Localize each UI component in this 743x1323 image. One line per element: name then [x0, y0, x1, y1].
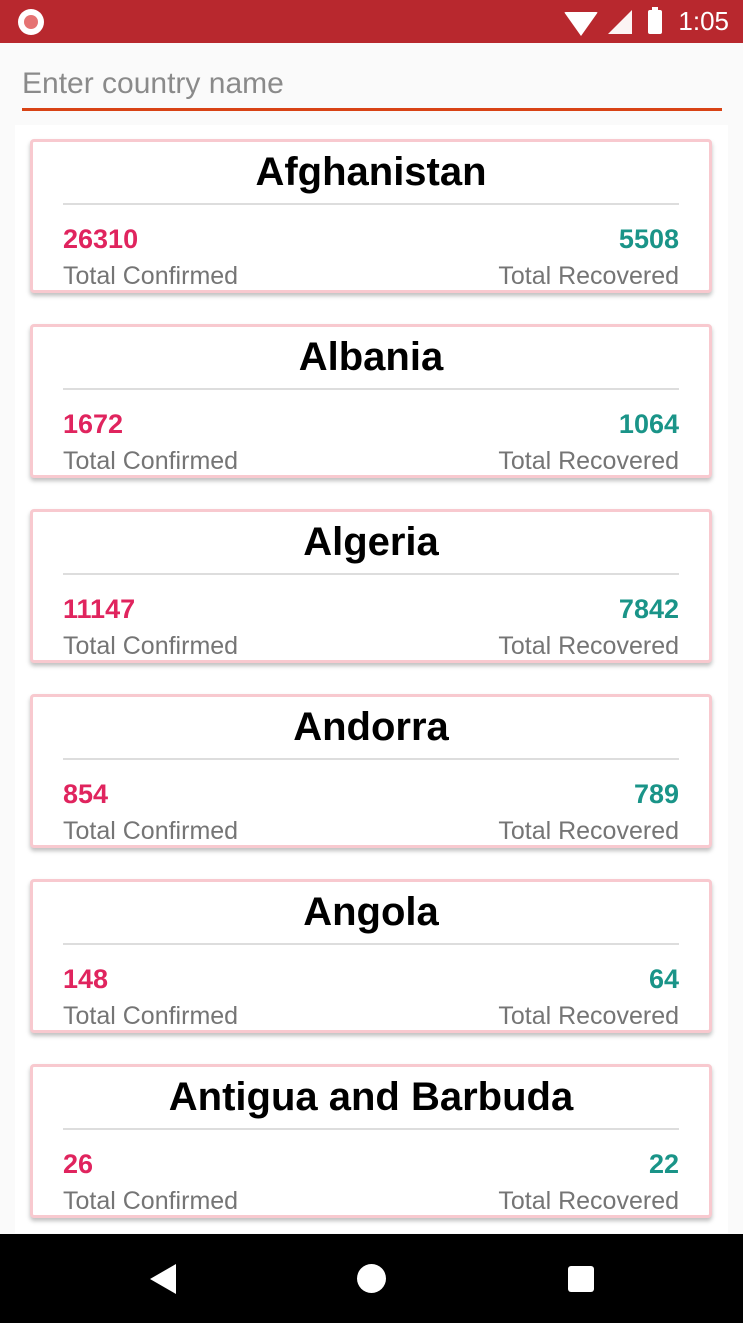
recents-icon[interactable] — [568, 1266, 594, 1292]
recovered-count: 789 — [633, 779, 679, 809]
wifi-icon — [564, 11, 599, 36]
country-card[interactable]: Albania 1672 1064 Total Confirmed Total … — [30, 324, 712, 478]
country-card[interactable]: Angola 148 64 Total Confirmed Total Reco… — [30, 879, 712, 1033]
status-bar: 1:05 — [0, 0, 743, 43]
battery-icon — [648, 6, 663, 34]
confirmed-count: 11147 — [63, 594, 136, 624]
country-name: Angola — [303, 890, 439, 934]
confirmed-count: 854 — [63, 779, 109, 809]
divider — [63, 203, 679, 205]
recovered-label: Total Recovered — [498, 262, 679, 290]
confirmed-label: Total Confirmed — [63, 1187, 239, 1215]
recovered-label: Total Recovered — [498, 1002, 679, 1030]
recovered-count: 22 — [648, 1149, 679, 1179]
recovered-label: Total Recovered — [498, 447, 679, 475]
country-name: Andorra — [293, 705, 449, 749]
country-name: Albania — [298, 335, 444, 379]
app-notification-icon — [18, 9, 44, 35]
navigation-bar — [0, 1234, 743, 1323]
recovered-label: Total Recovered — [498, 1187, 679, 1215]
confirmed-count: 1672 — [63, 409, 124, 439]
confirmed-count: 26310 — [63, 224, 139, 254]
home-icon[interactable] — [357, 1264, 386, 1293]
divider — [63, 943, 679, 945]
recovered-count: 1064 — [618, 409, 679, 439]
divider — [63, 573, 679, 575]
recovered-count: 7842 — [618, 594, 679, 624]
divider — [63, 758, 679, 760]
country-name: Algeria — [303, 520, 439, 564]
recovered-count: 5508 — [618, 224, 679, 254]
recovered-label: Total Recovered — [498, 632, 679, 660]
back-icon[interactable] — [150, 1264, 176, 1294]
search-container — [22, 60, 722, 111]
country-card[interactable]: Andorra 854 789 Total Confirmed Total Re… — [30, 694, 712, 848]
confirmed-label: Total Confirmed — [63, 817, 239, 845]
search-input[interactable] — [22, 60, 722, 111]
country-card[interactable]: Algeria 11147 7842 Total Confirmed Total… — [30, 509, 712, 663]
confirmed-label: Total Confirmed — [63, 632, 239, 660]
cell-signal-icon — [608, 9, 633, 34]
confirmed-label: Total Confirmed — [63, 1002, 239, 1030]
recovered-count: 64 — [648, 964, 679, 994]
country-name: Antigua and Barbuda — [168, 1075, 574, 1119]
country-list[interactable]: Afghanistan 26310 5508 Total Confirmed T… — [15, 125, 728, 1233]
country-card[interactable]: Antigua and Barbuda 26 22 Total Confirme… — [30, 1064, 712, 1218]
country-name: Afghanistan — [255, 150, 487, 194]
divider — [63, 388, 679, 390]
confirmed-count: 26 — [63, 1149, 94, 1179]
status-time: 1:05 — [678, 6, 729, 36]
status-icons: 1:05 — [564, 0, 729, 43]
confirmed-label: Total Confirmed — [63, 262, 239, 290]
confirmed-count: 148 — [63, 964, 109, 994]
divider — [63, 1128, 679, 1130]
country-card[interactable]: Afghanistan 26310 5508 Total Confirmed T… — [30, 139, 712, 293]
confirmed-label: Total Confirmed — [63, 447, 239, 475]
recovered-label: Total Recovered — [498, 817, 679, 845]
